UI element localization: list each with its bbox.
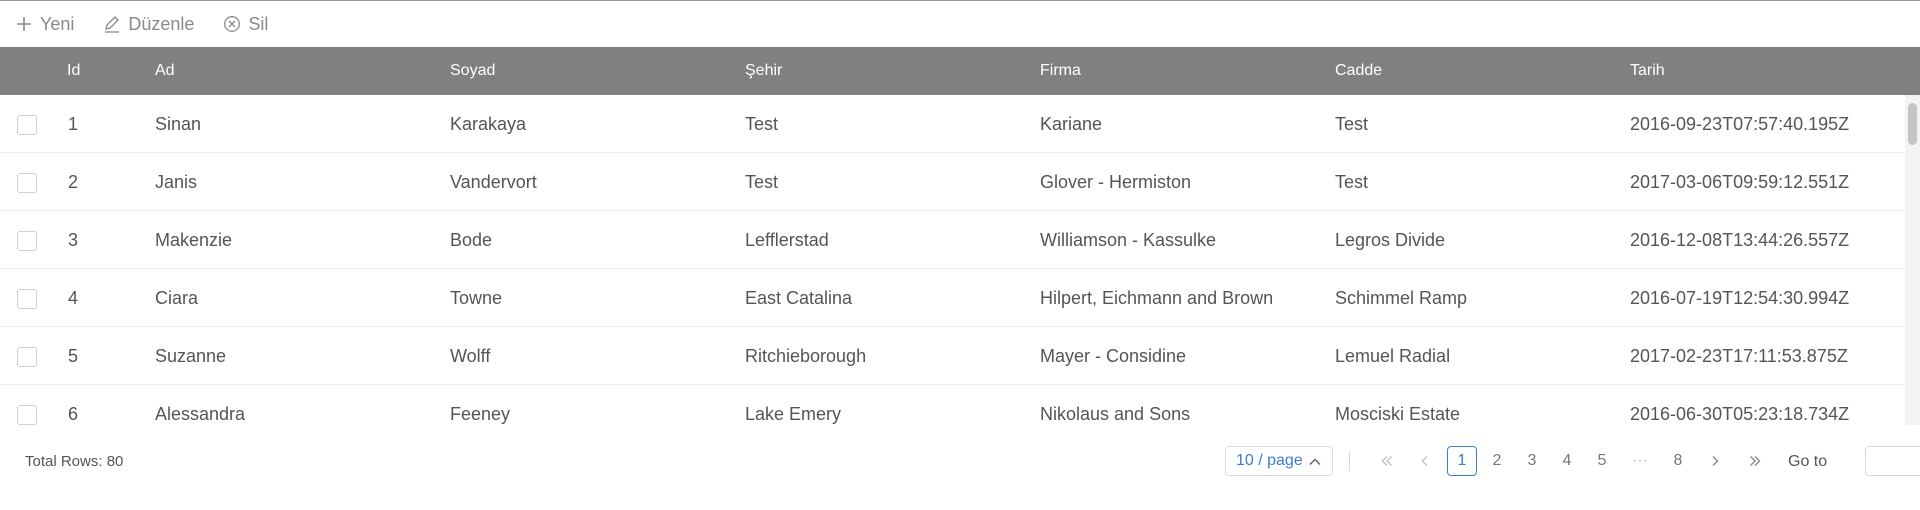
cell-sehir: Lefflerstad — [745, 230, 829, 250]
next-page-button[interactable] — [1700, 446, 1730, 476]
cell-sehir: Test — [745, 114, 779, 134]
table-header: Id Ad Soyad Şehir Firma Cadde Tarih — [0, 47, 1920, 95]
cell-tarih: 2016-06-30T05:23:18.734Z — [1630, 404, 1850, 424]
row-checkbox[interactable] — [17, 347, 37, 367]
cell-tarih: 2016-12-08T13:44:26.557Z — [1630, 230, 1850, 250]
cell-sehir: Test — [745, 172, 779, 192]
cell-tarih: 2017-02-23T17:11:53.875Z — [1630, 346, 1848, 366]
goto-label: Go to — [1788, 453, 1828, 470]
header-cadde[interactable]: Cadde — [1335, 47, 1382, 95]
row-checkbox[interactable] — [17, 173, 37, 193]
chevron-left-icon — [1418, 454, 1432, 468]
cell-tarih: 2017-03-06T09:59:12.551Z — [1630, 172, 1850, 192]
edit-button-label: Düzenle — [128, 13, 195, 34]
cell-id: 4 — [68, 288, 79, 308]
cell-ad: Janis — [155, 172, 198, 192]
cell-ad: Makenzie — [155, 230, 233, 250]
cell-sehir: East Catalina — [745, 288, 853, 308]
cell-id: 3 — [68, 230, 79, 250]
cell-tarih: 2016-07-19T12:54:30.994Z — [1630, 288, 1850, 308]
table-row[interactable]: 2 Janis Vandervort Test Glover - Hermist… — [0, 153, 1905, 211]
cell-cadde: Legros Divide — [1335, 230, 1446, 250]
cell-firma: Glover - Hermiston — [1040, 172, 1192, 192]
page-button-3[interactable]: 3 — [1517, 446, 1547, 476]
cell-soyad: Karakaya — [450, 114, 527, 134]
page-button-5[interactable]: 5 — [1587, 446, 1617, 476]
cell-ad: Suzanne — [155, 346, 227, 366]
new-button-label: Yeni — [40, 13, 75, 34]
page-button-1[interactable]: 1 — [1447, 446, 1477, 476]
cell-soyad: Towne — [450, 288, 503, 308]
cell-sehir: Lake Emery — [745, 404, 842, 424]
delete-button-label: Sil — [248, 13, 269, 34]
header-sehir[interactable]: Şehir — [745, 47, 782, 95]
scrollbar-thumb[interactable] — [1908, 103, 1917, 145]
header-firma[interactable]: Firma — [1040, 47, 1081, 95]
cell-soyad: Vandervort — [450, 172, 537, 192]
close-circle-icon — [222, 14, 242, 34]
total-rows-label: Total Rows: 80 — [25, 453, 124, 470]
pagination-divider — [1349, 451, 1350, 471]
cell-id: 5 — [68, 346, 79, 366]
double-chevron-left-icon — [1380, 454, 1394, 468]
table-row[interactable]: 1 Sinan Karakaya Test Kariane Test 2016-… — [0, 95, 1905, 153]
prev-page-button[interactable] — [1410, 446, 1440, 476]
cell-firma: Williamson - Kassulke — [1040, 230, 1217, 250]
header-ad[interactable]: Ad — [155, 47, 175, 95]
new-button[interactable]: Yeni — [14, 14, 74, 35]
cell-soyad: Feeney — [450, 404, 511, 424]
cell-ad: Sinan — [155, 114, 202, 134]
data-grid: Id Ad Soyad Şehir Firma Cadde Tarih 1 Si… — [0, 47, 1920, 425]
cell-cadde: Mosciski Estate — [1335, 404, 1461, 424]
table-body: 1 Sinan Karakaya Test Kariane Test 2016-… — [0, 95, 1920, 425]
header-id[interactable]: Id — [67, 47, 80, 95]
cell-firma: Nikolaus and Sons — [1040, 404, 1191, 424]
row-checkbox[interactable] — [17, 231, 37, 251]
toolbar: Yeni Düzenle Sil — [0, 1, 1920, 47]
header-soyad[interactable]: Soyad — [450, 47, 495, 95]
cell-cadde: Test — [1335, 172, 1369, 192]
page-button-last[interactable]: 8 — [1663, 446, 1693, 476]
chevron-right-icon — [1708, 454, 1722, 468]
table-row[interactable]: 4 Ciara Towne East Catalina Hilpert, Eic… — [0, 269, 1905, 327]
cell-firma: Mayer - Considine — [1040, 346, 1187, 366]
header-tarih[interactable]: Tarih — [1630, 47, 1665, 95]
table-row[interactable]: 6 Alessandra Feeney Lake Emery Nikolaus … — [0, 385, 1905, 425]
cell-sehir: Ritchieborough — [745, 346, 867, 366]
cell-ad: Alessandra — [155, 404, 246, 424]
cell-id: 1 — [68, 114, 79, 134]
cell-soyad: Bode — [450, 230, 493, 250]
chevron-up-icon — [1308, 455, 1322, 474]
double-chevron-right-icon — [1748, 454, 1762, 468]
page-button-2[interactable]: 2 — [1482, 446, 1512, 476]
goto-page-input[interactable] — [1865, 446, 1920, 476]
row-checkbox[interactable] — [17, 115, 37, 135]
cell-cadde: Schimmel Ramp — [1335, 288, 1468, 308]
cell-id: 6 — [68, 404, 79, 424]
page-size-select[interactable]: 10 / page — [1225, 446, 1333, 476]
pencil-icon — [102, 14, 122, 34]
cell-id: 2 — [68, 172, 79, 192]
cell-cadde: Test — [1335, 114, 1369, 134]
row-checkbox[interactable] — [17, 289, 37, 309]
page-ellipsis[interactable]: ··· — [1625, 446, 1655, 476]
delete-button[interactable]: Sil — [222, 14, 268, 35]
cell-ad: Ciara — [155, 288, 199, 308]
page-button-4[interactable]: 4 — [1552, 446, 1582, 476]
cell-tarih: 2016-09-23T07:57:40.195Z — [1630, 114, 1850, 134]
first-page-button[interactable] — [1372, 446, 1402, 476]
cell-firma: Kariane — [1040, 114, 1103, 134]
vertical-scrollbar[interactable] — [1905, 95, 1920, 425]
table-row[interactable]: 3 Makenzie Bode Lefflerstad Williamson -… — [0, 211, 1905, 269]
row-checkbox[interactable] — [17, 405, 37, 425]
edit-button[interactable]: Düzenle — [102, 14, 194, 35]
plus-icon — [14, 14, 34, 34]
cell-cadde: Lemuel Radial — [1335, 346, 1451, 366]
page-size-value: 10 / page — [1236, 452, 1303, 469]
cell-firma: Hilpert, Eichmann and Brown — [1040, 288, 1274, 308]
last-page-button[interactable] — [1740, 446, 1770, 476]
table-row[interactable]: 5 Suzanne Wolff Ritchieborough Mayer - C… — [0, 327, 1905, 385]
cell-soyad: Wolff — [450, 346, 491, 366]
pagination-footer: Total Rows: 80 10 / page 1 2 3 4 5 ··· 8… — [0, 425, 1920, 497]
